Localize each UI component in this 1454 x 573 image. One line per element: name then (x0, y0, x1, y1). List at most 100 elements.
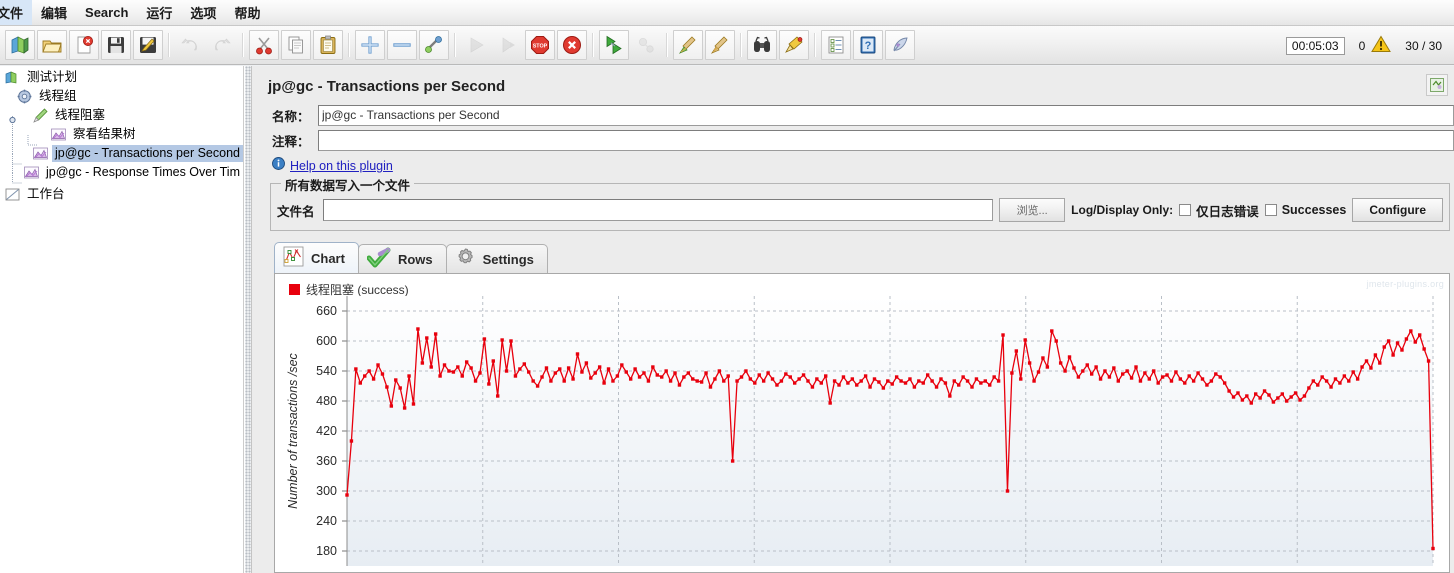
expand-all-button[interactable] (355, 30, 385, 60)
chart-panel: 线程阻塞 (success) jmeter-plugins.org 660 600… (274, 273, 1450, 573)
start-button[interactable] (461, 30, 491, 60)
chart-svg: 660 600 540 480 420 360 300 240 180 Number of tra… (286, 296, 1435, 566)
help-on-this-plugin-link[interactable]: Help on this plugin (290, 159, 393, 173)
test-plan-icon (4, 69, 21, 86)
stop-sign-icon: STOP (529, 34, 551, 56)
toolbar-status-area: 00:05:03 0 30 / 30 (1285, 26, 1448, 65)
broom-clear-icon (677, 34, 699, 56)
start-no-pauses-button[interactable] (493, 30, 523, 60)
redo-button[interactable] (207, 30, 237, 60)
toolbar-separator (168, 33, 170, 57)
svg-text:STOP: STOP (533, 44, 548, 50)
new-test-plan-button[interactable] (5, 30, 35, 60)
active-threads-count: 30 / 30 (1405, 38, 1442, 53)
help-button[interactable]: ? (853, 30, 883, 60)
save-as-test-plan-button[interactable] (133, 30, 163, 60)
errors-only-checkbox-wrap[interactable]: 仅日志错误 (1179, 201, 1259, 220)
templates-button[interactable] (885, 30, 915, 60)
workbench-icon (4, 186, 21, 203)
menu-item-file[interactable]: 文件 (0, 0, 33, 25)
save-as-pencil-icon (137, 34, 159, 56)
cut-button[interactable] (249, 30, 279, 60)
successes-checkbox[interactable] (1264, 204, 1277, 216)
clear-button[interactable] (673, 30, 703, 60)
tab-bar: Chart Rows Settings (274, 242, 1454, 273)
search-reset-button[interactable] (779, 30, 809, 60)
toolbar-separator (242, 33, 244, 57)
tree-node-workbench[interactable]: 工作台 (0, 185, 243, 204)
thread-group-icon (16, 88, 33, 105)
menu-item-edit[interactable]: 编辑 (32, 0, 76, 25)
warning-triangle-icon (1371, 35, 1392, 56)
tree-node-label: 察看结果树 (73, 127, 136, 141)
open-test-plan-button[interactable] (37, 30, 67, 60)
stop-button[interactable]: STOP (525, 30, 555, 60)
name-row: 名称： (260, 103, 1454, 127)
tab-settings[interactable]: Settings (445, 244, 548, 273)
tab-chart[interactable]: Chart (274, 242, 359, 273)
comment-input[interactable] (318, 129, 1454, 151)
svg-text:180: 180 (316, 544, 337, 558)
name-input[interactable] (318, 104, 1454, 126)
undo-button[interactable] (175, 30, 205, 60)
toolbar-separator (666, 33, 668, 57)
folder-open-icon (41, 34, 63, 56)
search-button[interactable] (747, 30, 777, 60)
tab-rows[interactable]: Rows (357, 244, 447, 273)
tree-node-thread-group[interactable]: 线程组 (0, 87, 243, 106)
tree-node-view-results-tree[interactable]: 察看结果树 (0, 125, 243, 154)
warning-count: 0 (1358, 38, 1366, 53)
remote-start-all-button[interactable] (599, 30, 629, 60)
tree-node-test-plan[interactable]: 测试计划 (0, 68, 243, 87)
maximize-panel-icon[interactable] (1426, 74, 1448, 96)
collapse-all-button[interactable] (387, 30, 417, 60)
name-label: 名称： (272, 109, 310, 124)
play-no-pause-icon (497, 34, 519, 56)
shutdown-circle-icon (561, 34, 583, 56)
successes-checkbox-wrap[interactable]: Successes (1264, 203, 1346, 217)
browse-button[interactable]: 浏览... (999, 198, 1066, 222)
filename-label: 文件名 (277, 204, 315, 219)
svg-text:480: 480 (316, 394, 337, 408)
filename-input[interactable] (322, 199, 994, 221)
menu-item-search[interactable]: Search (76, 2, 137, 23)
copy-button[interactable] (281, 30, 311, 60)
svg-text:240: 240 (316, 514, 337, 528)
clear-all-button[interactable] (705, 30, 735, 60)
tree-node-test-action[interactable]: 线程阻塞 (0, 106, 243, 135)
save-test-plan-button[interactable] (101, 30, 131, 60)
toggle-button[interactable] (419, 30, 449, 60)
name-comment-form: 名称： 注释： (260, 103, 1454, 152)
close-test-plan-button[interactable] (69, 30, 99, 60)
configure-button[interactable]: Configure (1352, 198, 1443, 222)
remote-stop-icon (635, 34, 657, 56)
remote-stop-all-button[interactable] (631, 30, 661, 60)
menu-item-options[interactable]: 选项 (181, 0, 225, 25)
menu-item-run[interactable]: 运行 (137, 0, 181, 25)
view-results-tree-icon (50, 126, 67, 143)
close-document-icon (73, 34, 95, 56)
svg-text:540: 540 (316, 364, 337, 378)
gear-icon (455, 247, 476, 271)
svg-text:360: 360 (316, 454, 337, 468)
comment-label: 注释： (272, 134, 310, 149)
menu-item-help[interactable]: 帮助 (225, 0, 269, 25)
redo-arrow-icon (211, 34, 233, 56)
tree-node-response-times-over-time[interactable]: jp@gc - Response Times Over Tim (0, 163, 243, 183)
warning-indicator[interactable]: 0 (1359, 35, 1392, 56)
errors-only-checkbox[interactable] (1179, 204, 1192, 216)
file-row: 文件名 浏览... Log/Display Only: 仅日志错误 Succes… (277, 198, 1443, 222)
tree-node-transactions-per-second[interactable]: jp@gc - Transactions per Second (0, 144, 243, 173)
tree-node-label: 线程组 (39, 89, 77, 103)
paste-button[interactable] (313, 30, 343, 60)
binoculars-icon (751, 34, 773, 56)
test-plan-tree[interactable]: 测试计划 线程组 线程阻塞 察看结果树 jp@gc - Transactions… (0, 66, 244, 573)
function-helper-button[interactable] (821, 30, 851, 60)
write-all-data-group: 所有数据写入一个文件 文件名 浏览... Log/Display Only: 仅… (270, 175, 1450, 231)
test-action-icon (32, 107, 49, 124)
panel-splitter[interactable] (244, 66, 252, 573)
shutdown-button[interactable] (557, 30, 587, 60)
svg-text:600: 600 (316, 334, 337, 348)
new-icon (9, 34, 31, 56)
green-check-icon (366, 247, 391, 271)
